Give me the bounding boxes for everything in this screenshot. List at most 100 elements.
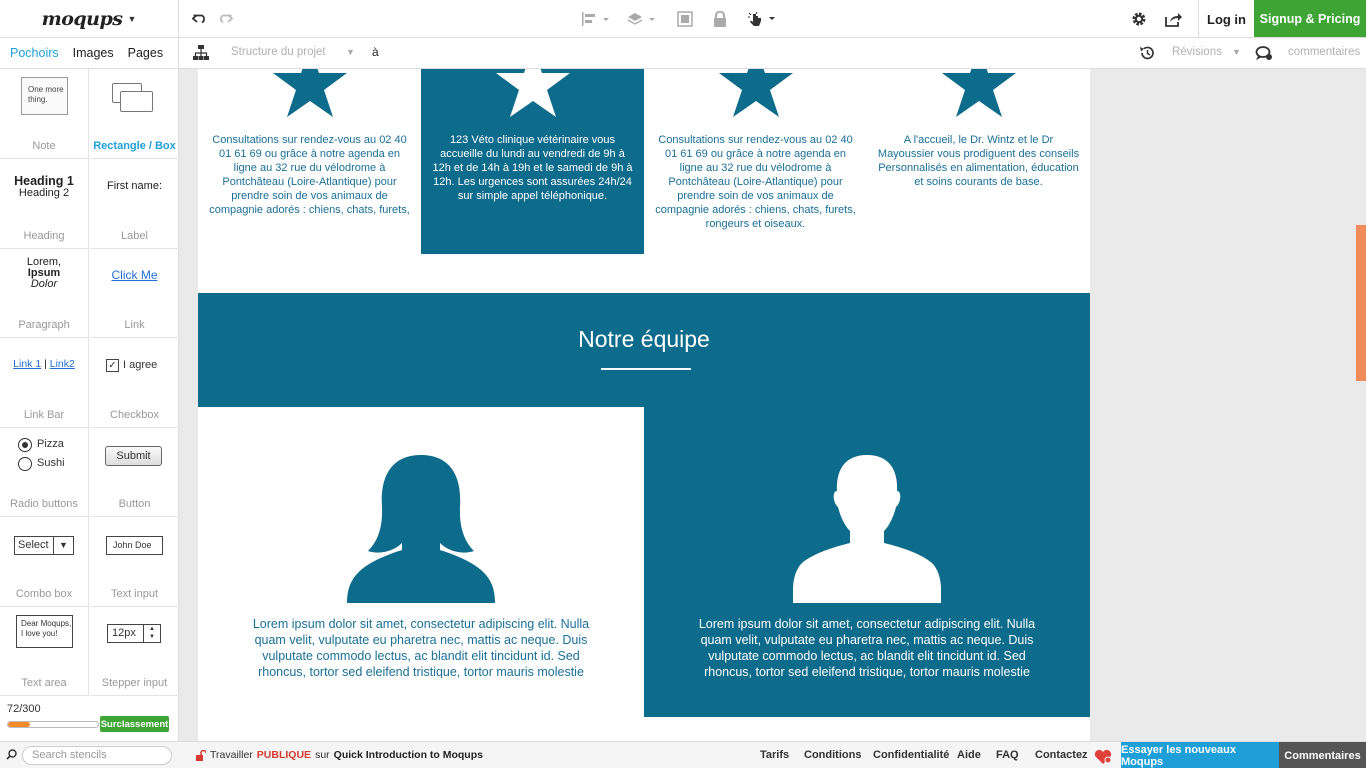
frame-icon[interactable]	[676, 9, 694, 29]
linkbar-separator: |	[44, 358, 47, 370]
tab-images[interactable]: Images	[73, 46, 114, 60]
stencil-label: Radio buttons	[10, 497, 78, 510]
quota-panel: 72/300 Surclassement	[0, 697, 179, 741]
undo-icon[interactable]	[190, 9, 210, 29]
stepper-preview: 12px ▲ ▼	[107, 624, 161, 643]
upgrade-button[interactable]: Surclassement	[100, 716, 169, 732]
login-button[interactable]: Log in	[1198, 0, 1254, 38]
stencil-paragraph[interactable]: Lorem, Ipsum Dolor Paragraph	[0, 248, 89, 338]
stencil-label: Link	[124, 318, 145, 331]
comment-icon[interactable]	[1254, 43, 1274, 63]
service-card-3[interactable]: Consultations sur rendez-vous au 02 40 0…	[644, 69, 867, 254]
stencil-note[interactable]: One more thing. Note	[0, 69, 89, 159]
service-card-4[interactable]: A l'accueil, le Dr. Wintz et le Dr Mayou…	[867, 69, 1090, 254]
share-icon[interactable]	[1164, 9, 1184, 29]
signup-pricing-button[interactable]: Signup & Pricing	[1254, 0, 1366, 37]
mockup-page[interactable]: Consultations sur rendez-vous au 02 40 0…	[198, 69, 1090, 741]
radio-selected-icon	[18, 438, 32, 452]
stencil-text-area[interactable]: Dear Moqups, I love you! Text area	[0, 606, 89, 696]
textarea-line-2: I love you!	[21, 629, 58, 638]
stencil-label: Combo box	[15, 587, 73, 600]
tab-pages[interactable]: Pages	[128, 46, 163, 60]
project-status: Travailler PUBLIQUE sur Quick Introducti…	[196, 749, 483, 761]
stencil-radio-buttons[interactable]: Pizza Sushi Radio buttons	[0, 427, 89, 517]
stencil-label-text[interactable]: First name: Label	[90, 159, 179, 249]
textarea-preview: Dear Moqups, I love you!	[16, 615, 73, 648]
link-confidentialite[interactable]: Confidentialité	[873, 749, 949, 761]
stencil-checkbox[interactable]: ✓ I agree Checkbox	[90, 338, 179, 428]
star-icon	[941, 69, 1016, 117]
heart-icon[interactable]	[1094, 749, 1112, 764]
linkbar-preview: Link 1 | Link2	[0, 358, 88, 370]
revisions-select[interactable]: Révisions	[1172, 46, 1222, 58]
layers-icon[interactable]	[626, 9, 658, 29]
stencil-label: Rectangle / Box	[90, 140, 179, 152]
work-prefix: Travailler	[210, 749, 253, 761]
chevron-down-icon: ▼	[53, 537, 73, 554]
search-stencils-input[interactable]: Search stencils	[22, 746, 172, 765]
star-icon	[495, 69, 570, 117]
stencil-text-input[interactable]: John Doe Text input	[90, 517, 179, 607]
project-name[interactable]: Quick Introduction to Moqups	[334, 749, 483, 761]
stencil-heading[interactable]: Heading 1 Heading 2 Heading	[0, 159, 89, 249]
title-underline	[601, 368, 691, 370]
redo-icon[interactable]	[215, 9, 235, 29]
label-preview: First name:	[106, 180, 162, 192]
interaction-icon[interactable]	[746, 9, 778, 29]
history-icon[interactable]	[1138, 43, 1156, 63]
stencil-label: Checkbox	[110, 408, 159, 421]
stencil-button[interactable]: Submit Button	[90, 427, 179, 517]
heading1-preview: Heading 1	[14, 174, 74, 188]
link-faq[interactable]: FAQ	[996, 749, 1019, 761]
stencil-link[interactable]: Click Me Link	[90, 248, 179, 338]
service-card-1[interactable]: Consultations sur rendez-vous au 02 40 0…	[198, 69, 421, 254]
stencil-link-bar[interactable]: Link 1 | Link2 Link Bar	[0, 338, 89, 428]
stencil-label: Text input	[110, 587, 159, 600]
textinput-preview: John Doe	[106, 536, 163, 555]
stencil-label: Paragraph	[18, 318, 70, 331]
stencil-combo-box[interactable]: Select ▼ Combo box	[0, 517, 89, 607]
unlock-icon	[196, 749, 206, 761]
linkbar-link2: Link2	[49, 358, 75, 370]
stencil-label: Link Bar	[23, 408, 65, 421]
stencil-panel: One more thing. Note Rectangle / Box Hea…	[0, 69, 179, 697]
heading2-preview: Heading 2	[18, 187, 70, 199]
align-icon[interactable]	[580, 9, 612, 29]
visibility-badge[interactable]: PUBLIQUE	[257, 749, 311, 761]
settings-gear-icon[interactable]	[1129, 9, 1149, 29]
link-conditions[interactable]: Conditions	[804, 749, 861, 761]
tab-pochoirs[interactable]: Pochoirs	[10, 46, 59, 60]
try-new-moqups-button[interactable]: Essayer les nouveaux Moqups	[1121, 742, 1279, 768]
button-preview: Submit	[105, 446, 162, 466]
comments-toggle[interactable]: commentaires	[1288, 46, 1360, 58]
link-tarifs[interactable]: Tarifs	[760, 749, 789, 761]
rectangle-preview-front	[120, 91, 153, 112]
on-label: sur	[315, 749, 330, 761]
sitemap-icon[interactable]	[192, 43, 210, 63]
service-card-2[interactable]: 123 Véto clinique vétérinaire vous accue…	[421, 69, 644, 254]
canvas-area[interactable]: Consultations sur rendez-vous au 02 40 0…	[179, 69, 1366, 741]
stencil-stepper-input[interactable]: 12px ▲ ▼ Stepper input	[90, 606, 179, 696]
service-text: Consultations sur rendez-vous au 02 40 0…	[655, 134, 856, 230]
service-text: Consultations sur rendez-vous au 02 40 0…	[209, 134, 410, 216]
team-member-female[interactable]: Lorem ipsum dolor sit amet, consectetur …	[198, 407, 644, 717]
star-icon	[718, 69, 793, 117]
service-text: 123 Véto clinique vétérinaire vous accue…	[432, 134, 633, 202]
stencil-label: Text area	[21, 676, 67, 689]
project-structure-select[interactable]: Structure du projet	[231, 46, 326, 58]
team-title: Notre équipe	[578, 326, 710, 352]
comments-button[interactable]: Commentaires	[1279, 742, 1366, 768]
radio-empty-icon	[18, 457, 32, 471]
rectangle-label: Rectangle	[93, 139, 146, 152]
quota-progress-fill	[8, 722, 30, 727]
stencil-rectangle[interactable]: Rectangle / Box	[90, 69, 179, 159]
link-contactez[interactable]: Contactez	[1035, 749, 1088, 761]
top-toolbar: moqups ▼ Log in Signup & Pricing	[0, 0, 1366, 38]
panel-tabs: Pochoirs Images Pages	[0, 38, 179, 68]
link-aide[interactable]: Aide	[957, 749, 981, 761]
vertical-scrollbar[interactable]	[1356, 225, 1366, 381]
lock-icon[interactable]	[711, 9, 729, 29]
team-member-male[interactable]: Lorem ipsum dolor sit amet, consectetur …	[644, 407, 1090, 717]
logo-menu[interactable]: moqups ▼	[0, 0, 179, 38]
team-section-header[interactable]: Notre équipe	[198, 293, 1090, 407]
